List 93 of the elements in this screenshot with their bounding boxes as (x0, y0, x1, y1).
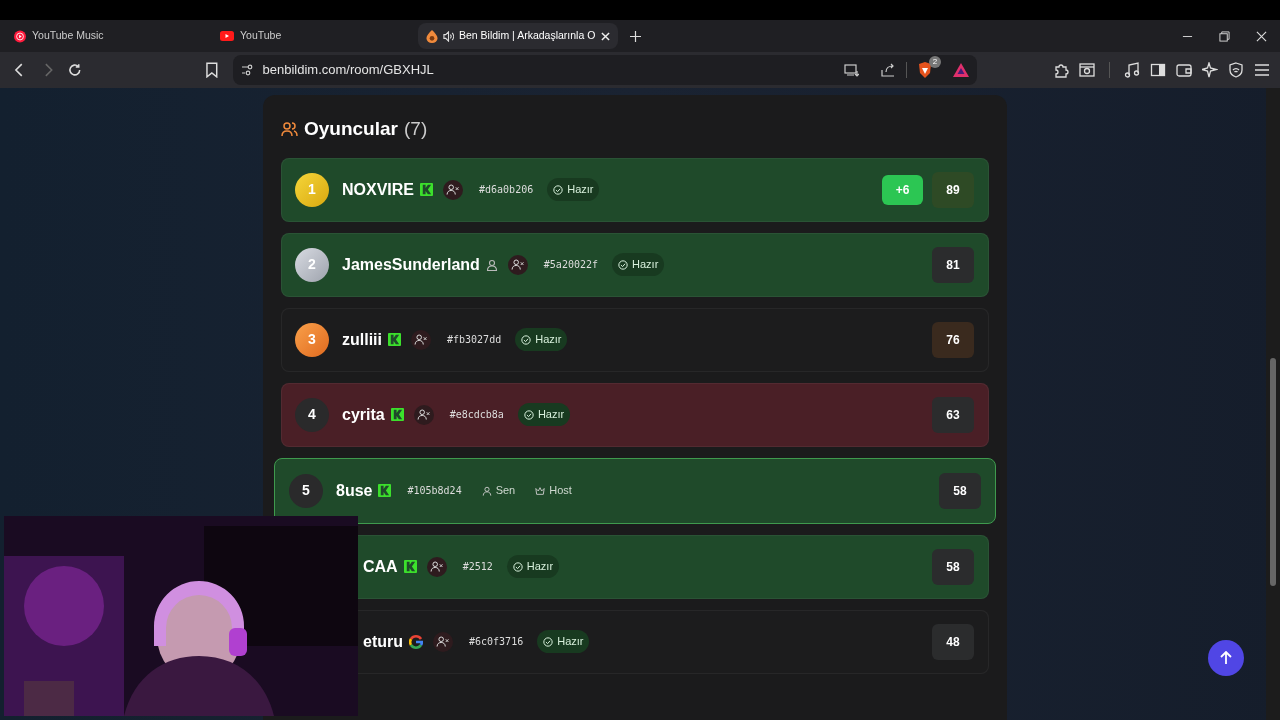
sidebar-icon[interactable] (1150, 62, 1166, 78)
reload-icon[interactable] (67, 62, 83, 78)
add-friend-icon[interactable] (413, 404, 434, 425)
logo-icon (420, 183, 433, 196)
music-note-icon[interactable] (1124, 62, 1140, 78)
status-label: Sen (495, 483, 516, 499)
tab-title: Ben Bildim | Arkadaşlarınla O (459, 28, 596, 44)
status-label: Hazır (537, 407, 565, 423)
bookmark-icon[interactable] (204, 62, 219, 78)
rank-badge: 4 (295, 397, 329, 432)
check-circle-icon (523, 409, 534, 420)
url-text: benbildim.com/room/GBXHJL (262, 61, 434, 80)
player-id: #e8cdcb8a (448, 408, 505, 422)
score-badge: 58 (939, 472, 981, 509)
score-change-badge: +6 (882, 174, 923, 205)
wallet-icon[interactable] (1176, 62, 1192, 78)
browser-tab[interactable]: YouTube (212, 23, 412, 49)
badge-count: 2 (929, 56, 941, 68)
check-circle-icon (512, 561, 523, 572)
new-tab-icon[interactable] (630, 30, 641, 42)
add-friend-icon[interactable] (443, 179, 463, 200)
player-id: #5a20022f (542, 258, 599, 272)
player-count: (7) (404, 117, 428, 141)
flame-icon (426, 29, 438, 43)
player-id: #d6a0b206 (478, 183, 535, 197)
logo-icon (403, 560, 417, 573)
close-icon[interactable] (601, 31, 610, 41)
player-name: zulliii (342, 329, 382, 350)
browser-tab[interactable]: YouTube Music (6, 23, 206, 49)
logo-icon (388, 333, 401, 346)
status-label: Hazır (526, 559, 554, 575)
crown-icon (535, 485, 546, 496)
player-name: cyrita (342, 404, 385, 425)
add-friend-icon[interactable] (433, 631, 453, 652)
rank-badge: 3 (295, 322, 329, 357)
tab-title: YouTube (240, 28, 283, 44)
browser-tab[interactable]: Ben Bildim | Arkadaşlarınla O (418, 23, 618, 49)
scroll-to-top-button[interactable] (1208, 640, 1244, 676)
status-label: Host (549, 483, 572, 499)
install-icon[interactable] (844, 63, 859, 77)
check-circle-icon (618, 259, 628, 270)
player-id: #fb3027dd (446, 333, 503, 347)
player-id: #105b8d24 (406, 484, 463, 498)
section-title: Oyuncular (304, 117, 398, 141)
check-circle-icon (543, 636, 554, 647)
status-label: Hazır (567, 182, 594, 198)
person-icon (481, 485, 492, 496)
address-bar[interactable]: benbildim.com/room/GBXHJL 2 (232, 55, 977, 85)
play-circle-icon (14, 29, 26, 43)
shield-icon[interactable] (1228, 62, 1244, 78)
tab-title: YouTube Music (32, 28, 105, 44)
score-badge: 48 (932, 623, 974, 660)
close-icon[interactable] (1256, 30, 1267, 42)
player-name: CAA (363, 556, 398, 577)
score-badge: 89 (932, 171, 974, 208)
status-label: Hazır (535, 332, 562, 348)
score-badge: 58 (932, 548, 974, 585)
add-friend-icon[interactable] (426, 556, 447, 577)
sparkle-icon[interactable] (1202, 62, 1218, 78)
status-label: Hazır (557, 634, 584, 650)
rank-badge: 2 (295, 247, 329, 282)
status-label: Hazır (632, 257, 659, 273)
extensions-icon[interactable] (1053, 62, 1069, 78)
player-name: JamesSunderland (342, 254, 480, 275)
player-id: #6c0f3716 (468, 635, 525, 649)
users-icon (281, 120, 298, 138)
logo-icon (390, 408, 404, 421)
score-badge: 81 (932, 246, 974, 283)
score-badge: 76 (932, 321, 974, 358)
rank-badge: 1 (295, 172, 329, 207)
rank-badge: 5 (289, 473, 323, 508)
share-icon[interactable] (881, 63, 896, 77)
site-settings-icon[interactable] (240, 64, 253, 76)
reader-icon[interactable] (1079, 62, 1095, 78)
check-circle-icon (521, 334, 532, 345)
play-icon (220, 31, 234, 41)
lion-shield-icon[interactable] (917, 61, 933, 79)
restore-icon[interactable] (1219, 30, 1230, 42)
player-id: #2512 (461, 560, 494, 574)
player-name: 8use (336, 480, 373, 501)
score-badge: 63 (932, 396, 974, 433)
add-friend-icon[interactable] (507, 254, 528, 275)
add-friend-icon[interactable] (411, 329, 431, 350)
scrollbar-thumb[interactable] (1270, 358, 1276, 586)
logo-icon (409, 634, 423, 649)
person-icon (485, 258, 498, 271)
player-name: eturu (363, 631, 403, 652)
logo-icon (378, 484, 392, 497)
triangle-logo-icon[interactable] (953, 63, 969, 77)
check-circle-icon (553, 184, 564, 195)
up-arrow-icon (1219, 651, 1233, 665)
player-name: NOXVIRE (342, 179, 414, 200)
menu-icon[interactable] (1254, 62, 1270, 78)
